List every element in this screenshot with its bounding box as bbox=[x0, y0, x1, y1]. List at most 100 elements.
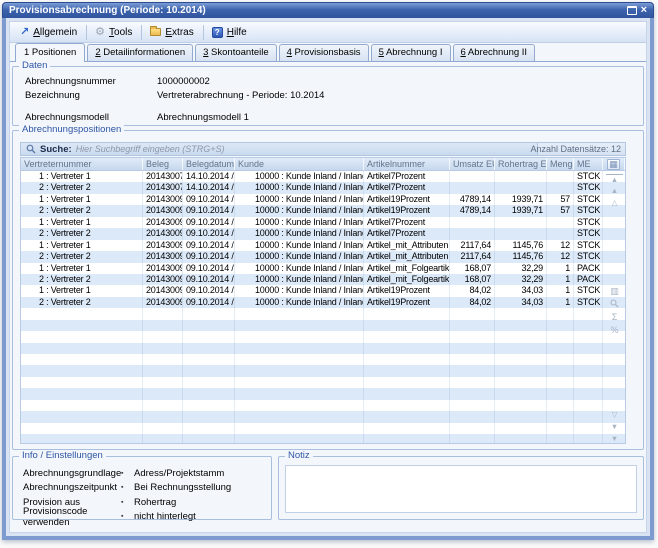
cell-artikelnummer: Artikel_mit_Folgeartikel bbox=[364, 274, 450, 285]
page-up-icon[interactable]: △ bbox=[606, 198, 623, 208]
groupbox-notiz-legend: Notiz bbox=[285, 450, 313, 461]
cell-vertreternummer: 2 : Vertreter 2 bbox=[21, 205, 143, 216]
cell-artikelnummer: Artikel19Prozent bbox=[364, 297, 450, 308]
cell-beleg bbox=[143, 331, 183, 342]
table-row[interactable]: 1 : Vertreter 1 20143009 09.10.2014 /Do … bbox=[21, 217, 625, 228]
bullet-icon: ▪ bbox=[121, 470, 134, 477]
menu-hilfe[interactable]: ? Hilfe bbox=[206, 25, 254, 40]
cell-me: PACK bbox=[574, 274, 603, 285]
row-up-icon[interactable]: ▲ bbox=[606, 186, 623, 196]
cell-beleg: 20143009 bbox=[143, 297, 183, 308]
cell-rohertrag bbox=[495, 377, 547, 388]
table-row[interactable]: 2 : Vertreter 2 20143007 14.10.2014 /Di … bbox=[21, 182, 625, 193]
info-row-abrechnungszeitpunkt: Abrechnungszeitpunkt ▪ Bei Rechnungsstel… bbox=[13, 481, 271, 496]
cell-vertreternummer: 1 : Vertreter 1 bbox=[21, 171, 143, 182]
cell-artikelnummer: Artikel7Prozent bbox=[364, 171, 450, 182]
cell-rohertrag bbox=[495, 331, 547, 342]
col-header-umsatz[interactable]: Umsatz EUR bbox=[450, 158, 495, 170]
col-header-belegdatum[interactable]: Belegdatum bbox=[183, 158, 235, 170]
cell-me bbox=[574, 331, 603, 342]
cell-kunde bbox=[235, 434, 364, 444]
col-header-rohertrag[interactable]: Rohertrag EUR bbox=[495, 158, 547, 170]
table-settings-icon[interactable]: ▦ bbox=[607, 159, 620, 170]
col-header-beleg[interactable]: Beleg bbox=[143, 158, 183, 170]
cell-belegdatum: 09.10.2014 /Do bbox=[183, 251, 235, 262]
cell-vertreternummer bbox=[21, 377, 143, 388]
table-search-icon[interactable] bbox=[606, 299, 623, 311]
cell-beleg: 20143009 bbox=[143, 263, 183, 274]
tab-abrechnung-2[interactable]: 6 Abrechnung II bbox=[453, 44, 536, 61]
cell-artikelnummer bbox=[364, 354, 450, 365]
notiz-textarea[interactable] bbox=[285, 465, 637, 513]
restore-icon[interactable] bbox=[627, 6, 637, 15]
page-down-icon[interactable]: ▽ bbox=[606, 410, 623, 420]
groupbox-abrechnungspositionen: Abrechnungspositionen Suche: Hier Suchbe… bbox=[12, 130, 644, 450]
col-header-kunde[interactable]: Kunde bbox=[235, 158, 364, 170]
table-row[interactable]: 2 : Vertreter 2 20143009 09.10.2014 /Do … bbox=[21, 274, 625, 285]
abrechnungsnummer-value[interactable]: 1000000002 bbox=[157, 76, 635, 88]
groupbox-daten-legend: Daten bbox=[19, 60, 50, 71]
cell-beleg bbox=[143, 434, 183, 444]
cell-rohertrag bbox=[495, 320, 547, 331]
table-body: 1 : Vertreter 1 20143007 14.10.2014 /Di … bbox=[21, 171, 625, 444]
cell-beleg: 20143009 bbox=[143, 205, 183, 216]
tab-detailinformationen[interactable]: 2 Detailinformationen bbox=[87, 44, 193, 61]
cell-kunde: 10000 : Kunde Inland / Inlandsort bbox=[235, 228, 364, 239]
table-row[interactable]: 1 : Vertreter 1 20143009 09.10.2014 /Do … bbox=[21, 240, 625, 251]
cell-kunde bbox=[235, 377, 364, 388]
table-row-empty bbox=[21, 388, 625, 399]
search-input[interactable]: Suche: Hier Suchbegriff eingeben (STRG+S… bbox=[20, 142, 538, 156]
cell-umsatz bbox=[450, 331, 495, 342]
table-row[interactable]: 1 : Vertreter 1 20143009 09.10.2014 /Do … bbox=[21, 263, 625, 274]
cell-me: STCK bbox=[574, 285, 603, 296]
help-icon: ? bbox=[212, 27, 223, 38]
cell-scroll-strip bbox=[603, 228, 625, 239]
field-abrechnungsmodell: Abrechnungsmodell Abrechnungsmodell 1 bbox=[25, 112, 635, 124]
col-header-artikelnummer[interactable]: Artikelnummer bbox=[364, 158, 450, 170]
tabstrip: 1 Positionen 2 Detailinformationen 3 Sko… bbox=[10, 43, 646, 62]
search-row: Suche: Hier Suchbegriff eingeben (STRG+S… bbox=[20, 142, 626, 156]
cell-scroll-strip bbox=[603, 377, 625, 388]
record-count-badge: Anzahl Datensätze: 12 bbox=[538, 142, 626, 156]
col-header-menge[interactable]: Menge bbox=[547, 158, 574, 170]
table-row[interactable]: 1 : Vertreter 1 20143009 09.10.2014 /Do … bbox=[21, 194, 625, 205]
window-frame: ↗ Allgemein ⚙ Tools Extras ? Hilfe bbox=[2, 18, 654, 540]
sum-icon[interactable]: Σ bbox=[606, 312, 623, 322]
menu-extras[interactable]: Extras bbox=[144, 25, 200, 40]
scroll-to-bottom-icon[interactable]: ▼ bbox=[606, 434, 623, 444]
table-row[interactable]: 2 : Vertreter 2 20143009 09.10.2014 /Do … bbox=[21, 251, 625, 262]
cell-kunde bbox=[235, 365, 364, 376]
groupbox-positionen-legend: Abrechnungspositionen bbox=[19, 124, 124, 135]
cell-rohertrag bbox=[495, 171, 547, 182]
cell-belegdatum: 09.10.2014 /Do bbox=[183, 240, 235, 251]
cell-menge bbox=[547, 365, 574, 376]
tab-abrechnung-1[interactable]: 5 Abrechnung I bbox=[371, 44, 451, 61]
positions-table: Vertreternummer Beleg Belegdatum Kunde A… bbox=[20, 157, 626, 444]
table-row[interactable]: 1 : Vertreter 1 20143009 09.10.2014 /Do … bbox=[21, 285, 625, 296]
tab-skontoanteile[interactable]: 3 Skontoanteile bbox=[195, 44, 277, 61]
close-icon[interactable]: × bbox=[641, 6, 647, 15]
bezeichnung-value[interactable]: Vertreterabrechnung - Periode: 10.2014 bbox=[157, 90, 635, 102]
row-down-icon[interactable]: ▼ bbox=[606, 422, 623, 432]
table-row[interactable]: 2 : Vertreter 2 20143009 09.10.2014 /Do … bbox=[21, 228, 625, 239]
cell-umsatz bbox=[450, 320, 495, 331]
cell-vertreternummer bbox=[21, 331, 143, 342]
table-row[interactable]: 2 : Vertreter 2 20143009 09.10.2014 /Do … bbox=[21, 297, 625, 308]
menu-allgemein[interactable]: ↗ Allgemein bbox=[14, 25, 84, 40]
percent-icon[interactable]: % bbox=[606, 325, 623, 335]
cell-me: STCK bbox=[574, 182, 603, 193]
col-header-me[interactable]: ME bbox=[574, 158, 603, 170]
tab-provisionsbasis[interactable]: 4 Provisionsbasis bbox=[279, 44, 369, 61]
columns-icon[interactable]: ▥ bbox=[606, 286, 623, 296]
table-row[interactable]: 1 : Vertreter 1 20143007 14.10.2014 /Di … bbox=[21, 171, 625, 182]
cell-me: STCK bbox=[574, 194, 603, 205]
menu-tools[interactable]: ⚙ Tools bbox=[89, 25, 139, 40]
col-header-vertreternummer[interactable]: Vertreternummer bbox=[21, 158, 143, 170]
cell-me bbox=[574, 434, 603, 444]
table-row[interactable]: 2 : Vertreter 2 20143009 09.10.2014 /Do … bbox=[21, 205, 625, 216]
cell-me bbox=[574, 354, 603, 365]
cell-menge bbox=[547, 320, 574, 331]
scroll-to-top-icon[interactable]: ▲ bbox=[606, 174, 623, 185]
menubar: ↗ Allgemein ⚙ Tools Extras ? Hilfe bbox=[10, 22, 646, 43]
abrechnungsmodell-value[interactable]: Abrechnungsmodell 1 bbox=[157, 112, 635, 124]
